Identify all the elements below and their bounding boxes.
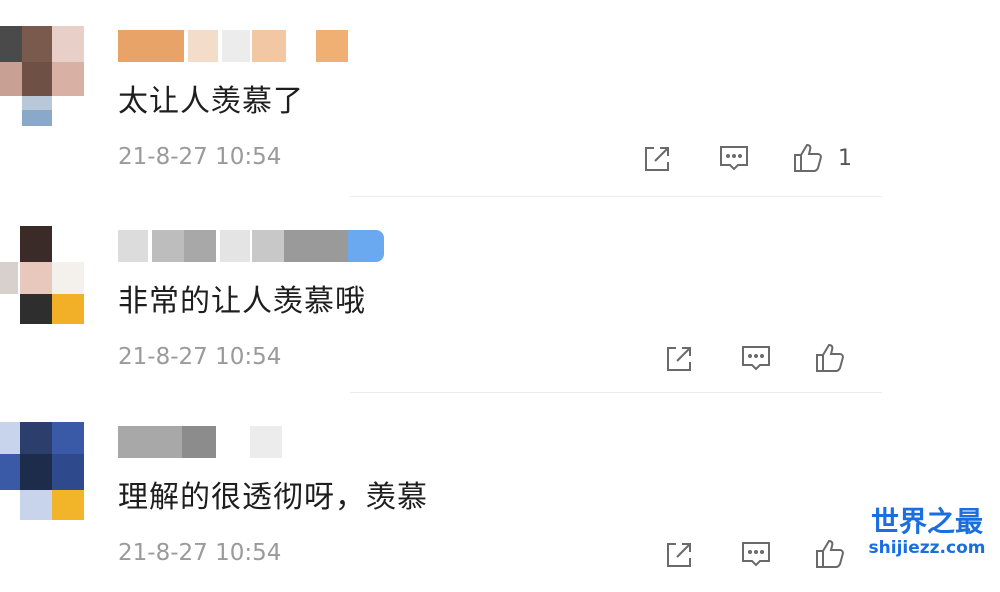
comment-item: 非常的让人羡慕哦 21-8-27 10:54 [0,200,1000,396]
divider [350,196,882,197]
comment-text: 理解的很透彻呀，羡慕 [118,480,428,515]
share-icon [645,147,669,171]
like-button[interactable] [812,340,848,376]
username-blurred[interactable] [118,230,418,262]
share-icon [667,347,691,371]
reply-button[interactable] [738,340,774,376]
share-icon [667,543,691,567]
reply-button[interactable] [738,536,774,572]
thumbs-up-icon [816,343,845,372]
comment-timestamp: 21-8-27 10:54 [118,144,282,170]
share-button[interactable] [640,140,676,176]
comment-item: 太让人羡慕了 21-8-27 10:54 1 [0,0,1000,197]
username-blurred[interactable] [118,30,418,62]
site-watermark: 世界之最 shijiezz.com [862,506,992,562]
like-count: 1 [838,146,852,171]
comment-icon [742,542,770,567]
username-blurred[interactable] [118,426,418,458]
comment-icon [720,146,748,171]
thumbs-up-icon [816,539,845,568]
comment-timestamp: 21-8-27 10:54 [118,344,282,370]
comment-text: 非常的让人羡慕哦 [118,284,366,319]
like-button[interactable] [790,140,826,176]
avatar[interactable] [0,226,88,336]
avatar[interactable] [0,422,88,532]
comment-icon [742,346,770,371]
thumbs-up-icon [794,143,823,172]
comment-timestamp: 21-8-27 10:54 [118,540,282,566]
watermark-title: 世界之最 [870,505,983,538]
share-button[interactable] [662,340,698,376]
divider [350,392,882,393]
avatar[interactable] [0,26,88,136]
like-button[interactable] [812,536,848,572]
comment-text: 太让人羡慕了 [118,84,304,119]
watermark-url: shijiezz.com [868,538,986,558]
reply-button[interactable] [716,140,752,176]
comment-item: 理解的很透彻呀，羡慕 21-8-27 10:54 [0,396,1000,592]
share-button[interactable] [662,536,698,572]
